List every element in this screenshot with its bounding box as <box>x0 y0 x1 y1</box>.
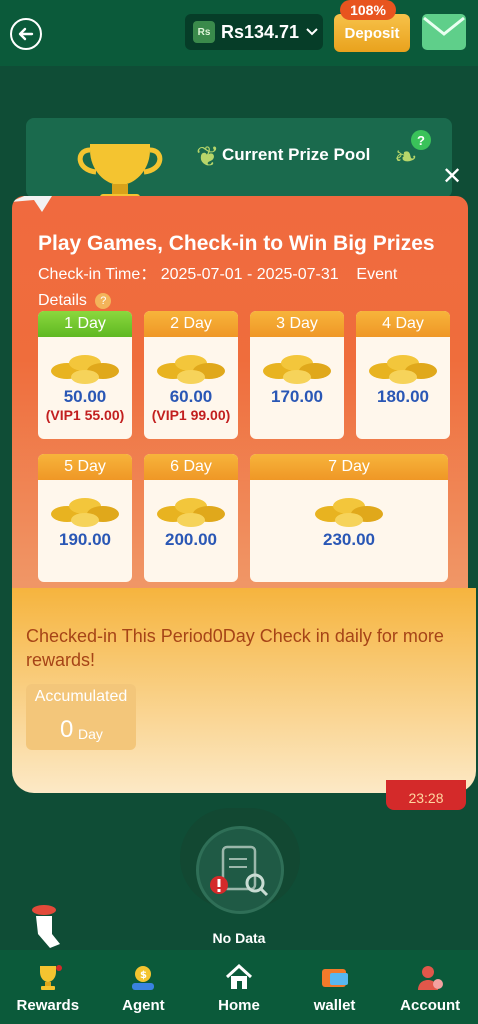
checkin-label: Check-in Time： <box>38 266 157 283</box>
close-icon[interactable]: ✕ <box>442 162 462 191</box>
paper-plane-icon <box>12 196 52 212</box>
day-label: 3 Day <box>250 311 344 337</box>
day-amount: 50.00 <box>63 387 107 406</box>
nav-label: wallet <box>313 997 356 1014</box>
mail-button[interactable] <box>422 14 466 50</box>
nav-home[interactable]: Home <box>191 950 287 1024</box>
back-button[interactable] <box>10 18 42 50</box>
nav-rewards[interactable]: Rewards <box>0 950 96 1024</box>
nav-agent[interactable]: $ Agent <box>96 950 192 1024</box>
day-label: 5 Day <box>38 454 132 480</box>
day-amount: 170.00 <box>271 387 323 406</box>
day-label: 6 Day <box>144 454 238 480</box>
nav-label: Rewards <box>16 997 80 1014</box>
day-card[interactable]: 7 Day 230.00 <box>250 454 448 582</box>
day-label: 4 Day <box>356 311 450 337</box>
day-label: 7 Day <box>250 454 448 480</box>
wallet-icon <box>320 963 350 993</box>
day-card[interactable]: 4 Day 180.00 <box>356 311 450 439</box>
nav-label: Home <box>218 997 260 1014</box>
coins-icon <box>51 498 119 527</box>
day-label: 1 Day <box>38 311 132 337</box>
account-icon <box>415 963 445 993</box>
accumulated-unit: Day <box>78 726 103 742</box>
day-vip: (VIP1 55.00) <box>45 407 125 423</box>
coins-icon <box>369 355 437 384</box>
chevron-down-icon <box>306 28 318 36</box>
prize-pool-title: Current Prize Pool <box>222 145 371 164</box>
envelope-icon <box>423 16 465 36</box>
trophy-icon <box>33 963 63 993</box>
modal-title: Play Games, Check-in to Win Big Prizes <box>38 232 435 255</box>
coins-icon <box>157 355 225 384</box>
nav-account[interactable]: Account <box>382 950 478 1024</box>
day-card[interactable]: 6 Day 200.00 <box>144 454 238 582</box>
deposit-bonus-badge: 108% <box>340 0 396 20</box>
day-card[interactable]: 3 Day 170.00 <box>250 311 344 439</box>
nav-label: Agent <box>122 997 165 1014</box>
rupee-icon: Rs <box>193 21 215 43</box>
nav-wallet[interactable]: wallet <box>287 950 383 1024</box>
day-amount: 190.00 <box>59 530 111 549</box>
balance-selector[interactable]: Rs Rs134.71 <box>185 14 323 50</box>
pointing-hand-icon <box>32 905 60 948</box>
no-data-label: No Data <box>212 930 266 946</box>
checkin-range: 2025-07-01 - 2025-07-31 <box>160 266 339 283</box>
coins-icon <box>157 498 225 527</box>
coins-icon <box>51 355 119 384</box>
day-card[interactable]: 5 Day 190.00 <box>38 454 132 582</box>
coins-icon <box>315 498 383 527</box>
laurel-left-icon: ❦ <box>196 141 220 172</box>
timer-badge: 23:28 <box>386 780 466 810</box>
clipboard-search-icon <box>210 845 269 897</box>
period-status-text: Checked-in This Period0Day Check in dail… <box>26 626 444 670</box>
day-card[interactable]: 2 Day 60.00 (VIP1 99.00) <box>144 311 238 439</box>
coins-icon <box>263 355 331 384</box>
bottom-nav: Rewards $ Agent Home wallet Account <box>0 950 478 1024</box>
accumulated-value: 0 <box>60 716 74 743</box>
nav-label: Account <box>400 997 461 1014</box>
day-amount: 180.00 <box>377 387 429 406</box>
checkin-time: Check-in Time： 2025-07-01 - 2025-07-31 E… <box>38 262 448 314</box>
home-icon <box>224 963 254 993</box>
day-amount: 230.00 <box>323 530 375 549</box>
accumulated-label: Accumulated <box>34 688 128 705</box>
day-vip: (VIP1 99.00) <box>151 407 231 423</box>
day-amount: 200.00 <box>165 530 217 549</box>
day-amount: 60.00 <box>169 387 213 406</box>
svg-text:$: $ <box>140 970 147 981</box>
day-card[interactable]: 1 Day 50.00 (VIP1 55.00) <box>38 311 132 439</box>
balance-value: Rs134.71 <box>221 21 300 42</box>
empty-state-illustration <box>196 826 284 914</box>
day-label: 2 Day <box>144 311 238 337</box>
agent-icon: $ <box>128 963 158 993</box>
help-icon[interactable]: ? <box>411 130 431 150</box>
arrow-left-icon <box>18 27 34 41</box>
info-icon[interactable]: ? <box>95 292 112 309</box>
